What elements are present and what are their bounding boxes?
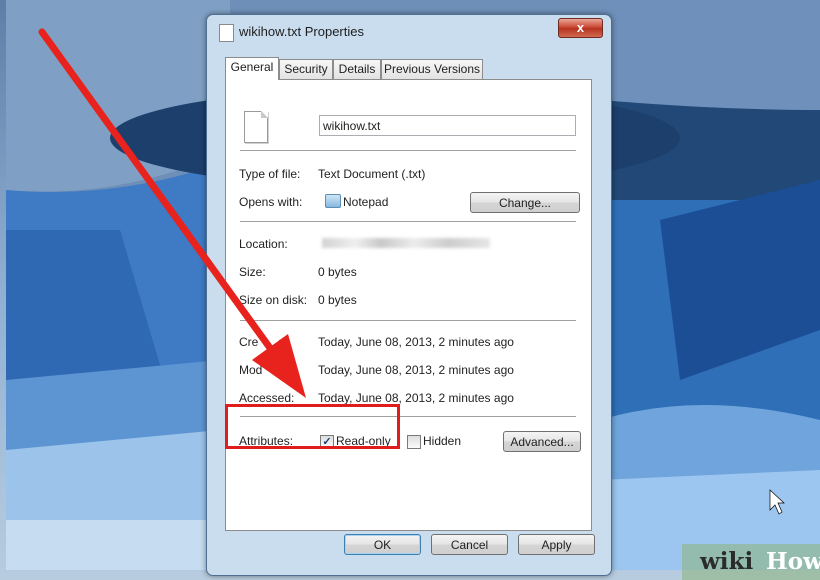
created-label-tail: d: (278, 335, 289, 349)
accessed-value: Today, June 08, 2013, 2 minutes ago (318, 391, 514, 405)
apply-button[interactable]: Apply (518, 534, 595, 555)
modified-value: Today, June 08, 2013, 2 minutes ago (318, 363, 514, 377)
modified-label: Mod (239, 363, 263, 377)
hidden-checkbox[interactable] (407, 435, 421, 449)
type-of-file-label: Type of file: (239, 167, 301, 181)
separator (240, 150, 576, 152)
tab-general[interactable]: General (225, 57, 279, 80)
title-bar[interactable]: wikihow.txt Properties x (207, 15, 611, 51)
text-file-icon (219, 24, 234, 42)
file-name-input[interactable]: wikihow.txt (319, 115, 576, 136)
size-on-disk-value: 0 bytes (318, 293, 357, 307)
attributes-highlight-box (225, 404, 400, 449)
separator (240, 320, 576, 322)
advanced-button[interactable]: Advanced... (503, 431, 581, 452)
opens-with-value: Notepad (343, 195, 389, 209)
accessed-label: Accessed: (239, 391, 295, 405)
created-value: Today, June 08, 2013, 2 minutes ago (318, 335, 514, 349)
tab-details[interactable]: Details (333, 59, 381, 79)
watermark-how-text: How (766, 548, 820, 575)
size-label: Size: (239, 265, 266, 279)
notepad-icon (325, 194, 341, 208)
general-tab-panel: wikihow.txt Type of file: Text Document … (225, 79, 592, 531)
change-button[interactable]: Change... (470, 192, 580, 213)
separator (240, 221, 576, 223)
ok-button[interactable]: OK (344, 534, 421, 555)
created-label: Cre (239, 335, 259, 349)
size-on-disk-label: Size on disk: (239, 293, 308, 307)
size-value: 0 bytes (318, 265, 357, 279)
hidden-label[interactable]: Hidden (423, 434, 461, 448)
close-button[interactable]: x (558, 18, 603, 38)
type-of-file-value: Text Document (.txt) (318, 167, 426, 181)
location-label: Location: (239, 237, 288, 251)
cancel-button[interactable]: Cancel (431, 534, 508, 555)
tab-security[interactable]: Security (279, 59, 333, 79)
location-value-blurred (322, 238, 490, 248)
tab-previous-versions[interactable]: Previous Versions (381, 59, 483, 79)
opens-with-label: Opens with: (239, 195, 303, 209)
watermark-wiki-text: wiki (700, 548, 754, 575)
dialog-title: wikihow.txt Properties (239, 24, 364, 39)
properties-dialog: wikihow.txt Properties x General Securit… (206, 14, 612, 576)
file-icon (244, 111, 268, 143)
